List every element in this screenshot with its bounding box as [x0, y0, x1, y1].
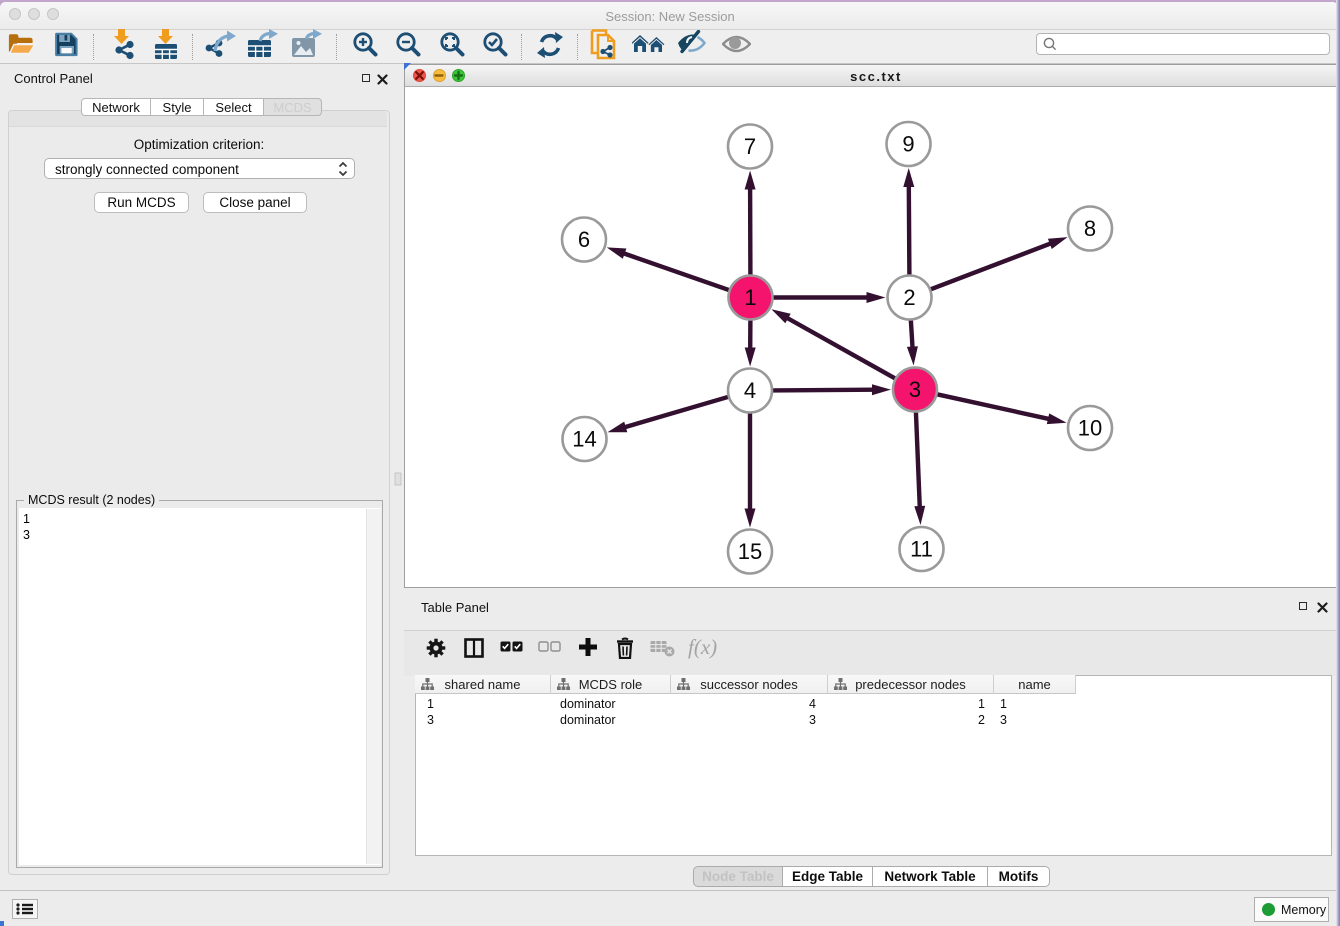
svg-text:14: 14: [572, 427, 596, 452]
svg-text:15: 15: [738, 539, 762, 564]
svg-text:3: 3: [909, 377, 921, 402]
svg-text:7: 7: [744, 134, 756, 159]
svg-text:9: 9: [902, 132, 914, 157]
svg-text:6: 6: [578, 227, 590, 252]
svg-text:2: 2: [903, 285, 915, 310]
svg-text:1: 1: [744, 285, 756, 310]
svg-text:4: 4: [744, 378, 756, 403]
svg-text:8: 8: [1084, 216, 1096, 241]
svg-text:10: 10: [1078, 416, 1102, 441]
svg-text:11: 11: [910, 537, 933, 562]
